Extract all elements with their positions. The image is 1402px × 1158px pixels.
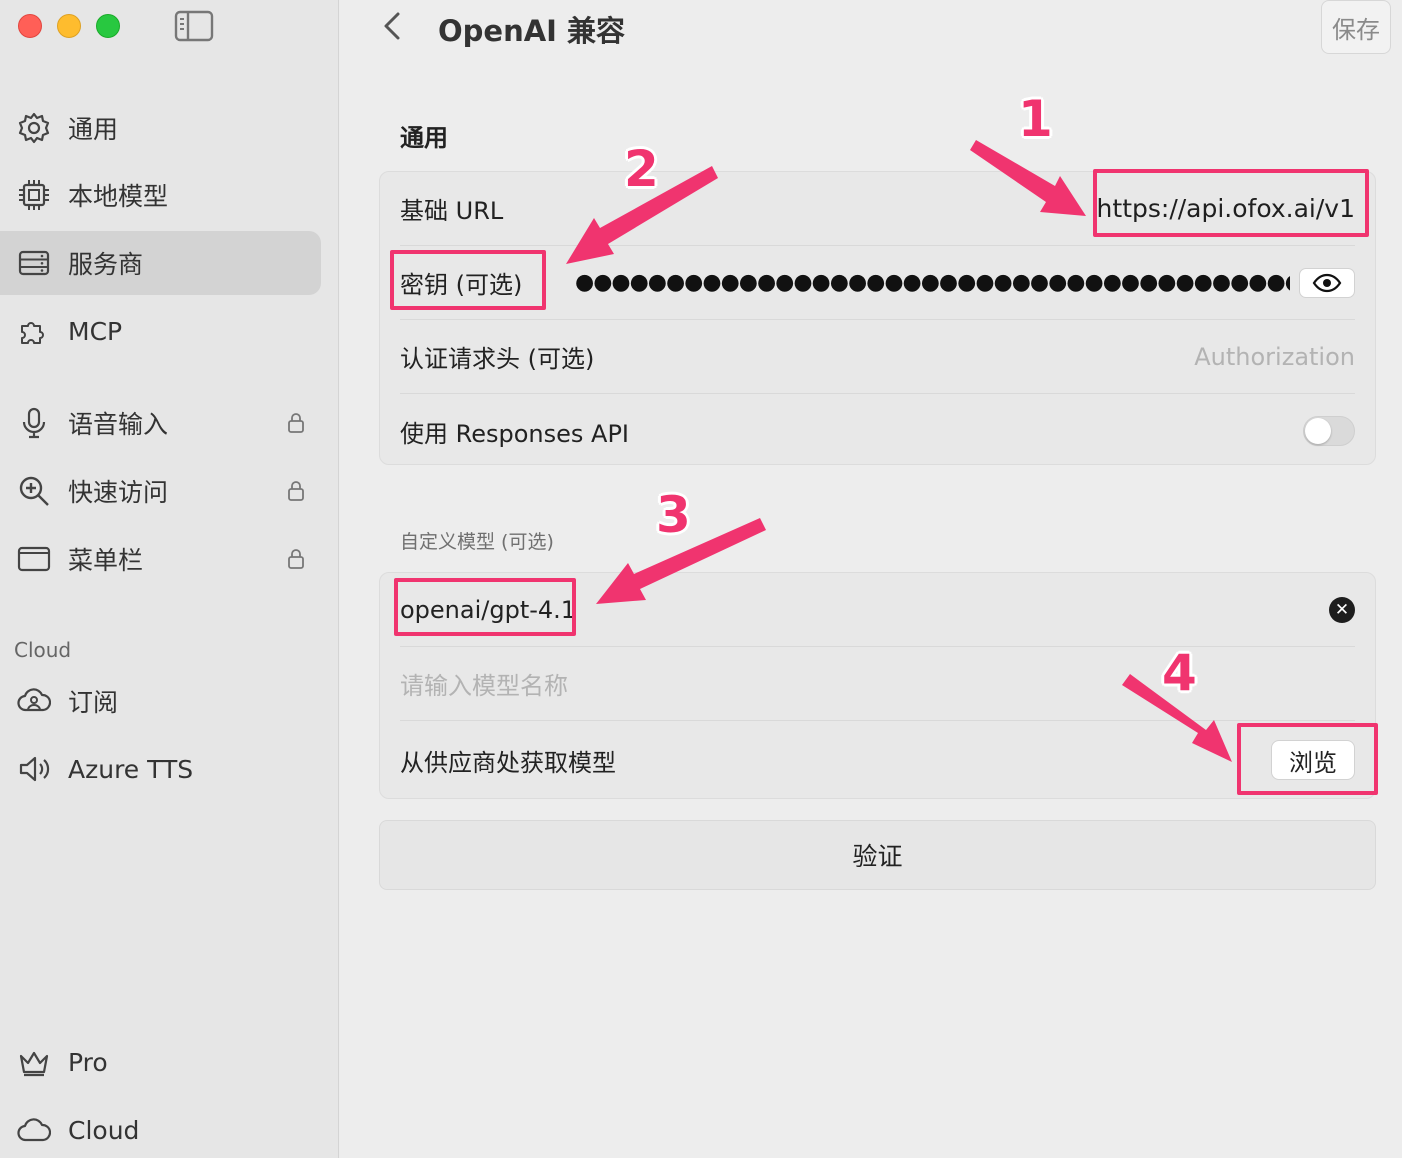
show-key-button[interactable]	[1299, 267, 1355, 298]
lock-icon	[287, 547, 305, 569]
sidebar-toggle-icon[interactable]	[174, 10, 214, 42]
sidebar-item-menubar[interactable]: 菜单栏	[0, 527, 321, 591]
sidebar-item-label: 通用	[68, 115, 119, 144]
cloud-icon	[16, 1112, 52, 1148]
fetch-models-label: 从供应商处获取模型	[400, 748, 616, 777]
sidebar-item-label: Cloud	[68, 1115, 140, 1145]
close-window-button[interactable]	[18, 14, 42, 38]
gear-icon	[16, 110, 52, 146]
sidebar-item-mcp[interactable]: MCP	[0, 299, 321, 363]
clear-model-button[interactable]: ✕	[1329, 596, 1355, 623]
server-icon	[16, 245, 52, 281]
responses-api-toggle[interactable]	[1303, 416, 1355, 446]
general-settings-card: 基础 URL https://api.ofox.ai/v1 密钥 (可选) ●●…	[379, 171, 1376, 465]
lock-icon	[287, 479, 305, 501]
zoom-in-icon	[16, 473, 52, 509]
sidebar-item-providers[interactable]: 服务商	[0, 231, 321, 295]
chip-icon	[16, 177, 52, 213]
save-button[interactable]: 保存	[1321, 0, 1391, 54]
new-model-input[interactable]: 请输入模型名称	[400, 666, 568, 701]
page-title: OpenAI 兼容	[438, 14, 626, 48]
sidebar-item-local-models[interactable]: 本地模型	[0, 163, 321, 227]
back-button[interactable]	[378, 8, 408, 44]
sidebar-item-label: 订阅	[68, 688, 119, 717]
minimize-window-button[interactable]	[57, 14, 81, 38]
auth-header-label: 认证请求头 (可选)	[400, 345, 595, 373]
cloud-user-icon	[16, 683, 52, 719]
responses-api-label: 使用 Responses API	[400, 419, 629, 448]
base-url-row: 基础 URL https://api.ofox.ai/v1	[400, 172, 1355, 246]
microphone-icon	[16, 405, 52, 441]
model-entry-row: openai/gpt-4.1 ✕	[400, 573, 1355, 647]
chevron-left-icon	[384, 12, 400, 40]
fetch-models-row: 从供应商处获取模型 浏览	[400, 723, 1355, 797]
api-key-label: 密钥 (可选)	[400, 271, 523, 299]
auth-header-row: 认证请求头 (可选) Authorization	[400, 320, 1355, 394]
speaker-icon	[16, 751, 52, 787]
puzzle-icon	[16, 313, 52, 349]
sidebar-item-subscription[interactable]: 订阅	[0, 669, 321, 733]
sidebar: 通用 本地模型 服务商 MCP 语音输入 快速访问 菜单栏 Cloud 订阅 A…	[0, 0, 339, 1158]
general-group-title: 通用	[400, 124, 448, 152]
browse-button[interactable]: 浏览	[1271, 740, 1355, 780]
crown-icon	[16, 1044, 52, 1080]
cloud-section-label: Cloud	[14, 638, 72, 662]
base-url-label: 基础 URL	[400, 197, 504, 225]
annotation-number-4: 4	[1162, 644, 1197, 702]
annotation-number-3: 3	[656, 486, 691, 544]
sidebar-item-quick-access[interactable]: 快速访问	[0, 459, 321, 523]
lock-icon	[287, 411, 305, 433]
sidebar-item-azure-tts[interactable]: Azure TTS	[0, 737, 321, 801]
window-controls	[18, 14, 120, 38]
custom-models-card: openai/gpt-4.1 ✕ 请输入模型名称 从供应商处获取模型 浏览	[379, 572, 1376, 799]
responses-api-row: 使用 Responses API	[400, 394, 1355, 468]
api-key-input[interactable]: ●●●●●●●●●●●●●●●●●●●●●●●●●●●●●●●●●●●●●●●●…	[575, 246, 1290, 319]
sidebar-item-label: 服务商	[68, 250, 144, 279]
model-name-input[interactable]: openai/gpt-4.1	[400, 596, 576, 624]
sidebar-item-general[interactable]: 通用	[0, 96, 321, 160]
sidebar-item-label: Azure TTS	[68, 754, 194, 784]
auth-header-input[interactable]: Authorization	[1194, 343, 1355, 371]
sidebar-item-pro[interactable]: Pro	[0, 1030, 321, 1094]
sidebar-item-label: 菜单栏	[68, 546, 144, 575]
api-key-row: 密钥 (可选) ●●●●●●●●●●●●●●●●●●●●●●●●●●●●●●●●…	[400, 246, 1355, 320]
zoom-window-button[interactable]	[96, 14, 120, 38]
sidebar-item-label: 语音输入	[68, 410, 169, 439]
custom-models-label: 自定义模型 (可选)	[400, 531, 554, 553]
sidebar-item-label: 本地模型	[68, 182, 169, 211]
sidebar-item-label: 快速访问	[68, 478, 169, 507]
base-url-input[interactable]: https://api.ofox.ai/v1	[1097, 194, 1355, 223]
annotation-number-1: 1	[1018, 90, 1053, 148]
sidebar-item-voice-input[interactable]: 语音输入	[0, 391, 321, 455]
window-icon	[16, 541, 52, 577]
sidebar-item-label: MCP	[68, 316, 123, 346]
close-icon: ✕	[1334, 599, 1350, 620]
sidebar-item-cloud[interactable]: Cloud	[0, 1098, 321, 1158]
new-model-row: 请输入模型名称	[400, 647, 1355, 721]
verify-button[interactable]: 验证	[379, 820, 1376, 890]
sidebar-item-label: Pro	[68, 1047, 108, 1077]
annotation-number-2: 2	[624, 140, 659, 198]
eye-icon	[1312, 273, 1342, 292]
